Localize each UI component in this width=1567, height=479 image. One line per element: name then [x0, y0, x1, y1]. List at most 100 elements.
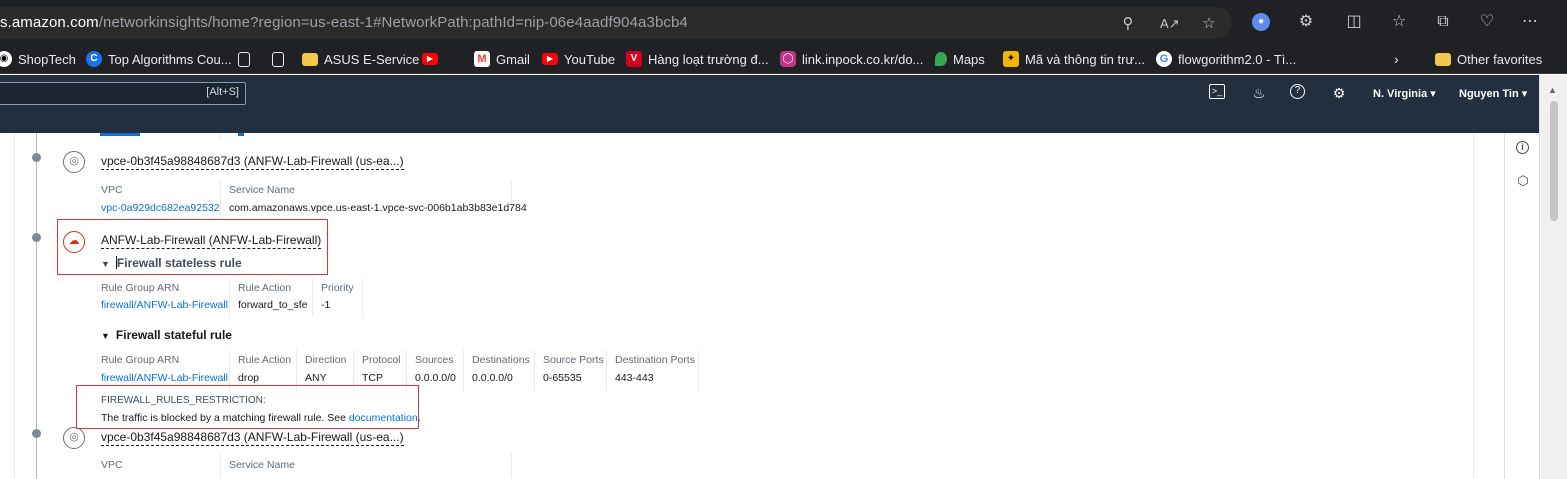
- stateful-header-destination-ports: Destination Ports: [615, 354, 695, 366]
- extensions-icon[interactable]: ⚙: [1295, 11, 1317, 33]
- restriction-code: FIREWALL_RULES_RESTRICTION:: [101, 395, 266, 406]
- node-title-vpce-return[interactable]: vpce-0b3f45a98848687d3 (ANFW-Lab-Firewal…: [101, 430, 404, 446]
- favorite-star-icon[interactable]: ☆: [1200, 15, 1218, 33]
- document-icon: [238, 51, 250, 67]
- read-aloud-icon[interactable]: A↗: [1160, 15, 1180, 33]
- collections-icon[interactable]: ⧉: [1432, 11, 1454, 33]
- account-menu[interactable]: Nguyen Tin ▾: [1459, 87, 1527, 100]
- cloudshell-icon[interactable]: >_: [1209, 84, 1225, 99]
- bookmark-inpock[interactable]: ◯ link.inpock.co.kr/do...: [780, 50, 923, 68]
- aws-subheader: [0, 111, 1539, 133]
- bookmark-doc-2[interactable]: [272, 50, 290, 68]
- zoom-icon[interactable]: ⚲: [1119, 15, 1137, 33]
- stateful-header-arn: Rule Group ARN: [101, 354, 180, 366]
- instagram-icon: ◯: [780, 51, 796, 67]
- document-icon: [272, 51, 284, 67]
- stateless-header-priority: Priority: [321, 282, 354, 294]
- bookmark-top-algorithms[interactable]: C Top Algorithms Cou...: [86, 50, 232, 68]
- stateful-protocol: TCP: [362, 372, 383, 384]
- vpc-link[interactable]: vpc-0a929dc682ea92532: [101, 202, 220, 214]
- node-title-firewall[interactable]: ANFW-Lab-Firewall (ANFW-Lab-Firewall): [101, 233, 322, 249]
- bookmark-youtube-1[interactable]: ▶: [422, 50, 444, 68]
- address-bar[interactable]: s.amazon.com/networkinsights/home?region…: [0, 7, 1232, 39]
- aws-search-input[interactable]: [Alt+S]: [0, 82, 246, 105]
- search-shortcut-hint: [Alt+S]: [206, 86, 239, 98]
- stateful-destinations: 0.0.0.0/0: [472, 372, 513, 384]
- youtube-icon: ▶: [422, 53, 438, 65]
- node-title-vpce[interactable]: vpce-0b3f45a98848687d3 (ANFW-Lab-Firewal…: [101, 154, 404, 170]
- timeline-dot: [32, 233, 41, 242]
- service-name-value: com.amazonaws.vpce.us-east-1.vpce-svc-00…: [229, 202, 527, 214]
- c-logo-icon: C: [86, 51, 102, 67]
- stateful-header-source-ports: Source Ports: [543, 354, 604, 366]
- stateful-rule-toggle[interactable]: ▼ Firewall stateful rule: [101, 328, 232, 342]
- bookmark-other-favorites[interactable]: Other favorites: [1435, 50, 1542, 68]
- folder-icon: [1435, 52, 1451, 66]
- help-icon[interactable]: ?: [1290, 84, 1305, 99]
- region-selector[interactable]: N. Virginia ▾: [1373, 87, 1436, 100]
- network-firewall-icon: ☁: [63, 231, 85, 253]
- notifications-bell-icon[interactable]: ♨: [1250, 84, 1268, 102]
- clipped-row-fragment: [238, 133, 244, 136]
- chevron-down-icon: ▾: [1521, 88, 1528, 100]
- google-icon: G: [1156, 51, 1172, 67]
- settings-gear-icon[interactable]: ⚙: [1330, 84, 1348, 102]
- bookmark-ma-va-thong-tin[interactable]: ✦ Mã và thông tin trư...: [1003, 50, 1145, 68]
- url-text[interactable]: s.amazon.com/networkinsights/home?region…: [0, 14, 688, 31]
- youtube-icon: ▶: [542, 53, 558, 65]
- restriction-message: The traffic is blocked by a matching fir…: [101, 412, 421, 424]
- stateful-sources: 0.0.0.0/0: [415, 372, 456, 384]
- bookmark-doc-1[interactable]: [238, 50, 256, 68]
- bookmark-maps[interactable]: Maps: [935, 50, 985, 68]
- path-timeline: [36, 133, 37, 479]
- stateless-rule-toggle[interactable]: ▼ Firewall stateless rule: [101, 256, 242, 270]
- bookmark-flowgorithm[interactable]: Gflowgorithm2.0 - Tì...: [1156, 50, 1296, 68]
- github-icon: ◉: [0, 51, 12, 67]
- stateless-rule-group-link[interactable]: firewall/ANFW-Lab-Firewall: [101, 299, 228, 311]
- hexagon-settings-icon[interactable]: ⬡: [1515, 173, 1531, 189]
- bookmarks-overflow-chevron-icon[interactable]: ›: [1394, 50, 1399, 68]
- bookmark-gmail[interactable]: M Gmail: [474, 50, 530, 68]
- stateful-source-ports: 0-65535: [543, 372, 582, 384]
- vpc-label: VPC: [101, 459, 123, 471]
- info-icon[interactable]: i: [1516, 141, 1529, 154]
- page-scrollbar[interactable]: ▲: [1539, 75, 1567, 479]
- favorites-icon[interactable]: ☆: [1388, 11, 1410, 33]
- stateful-rule-group-link[interactable]: firewall/ANFW-Lab-Firewall: [101, 372, 228, 384]
- bookmarks-bar: ◉ ShopTech C Top Algorithms Cou... ASUS E-…: [0, 44, 1567, 74]
- timeline-dot: [32, 153, 41, 162]
- bookmark-shoptech[interactable]: ◉ ShopTech: [0, 50, 76, 68]
- service-name-label: Service Name: [229, 459, 295, 471]
- v-logo-icon: V: [626, 51, 642, 67]
- bookmark-youtube-2[interactable]: ▶ YouTube: [542, 50, 615, 68]
- bookmark-asus[interactable]: ASUS E-Service: [302, 50, 419, 68]
- stateful-rule-action: drop: [238, 372, 260, 384]
- stateful-header-destinations: Destinations: [472, 354, 530, 366]
- utility-side-panel: i ⬡: [1504, 133, 1539, 479]
- caret-down-icon: ▼: [101, 331, 110, 341]
- stateful-header-sources: Sources: [415, 354, 454, 366]
- folder-icon: [302, 52, 318, 66]
- browser-essentials-icon[interactable]: ♡: [1476, 11, 1498, 33]
- documentation-link[interactable]: documentation: [349, 412, 418, 424]
- vpc-endpoint-icon: ◎: [63, 151, 85, 173]
- caret-down-icon: ▼: [101, 259, 110, 269]
- stateful-header-direction: Direction: [305, 354, 347, 366]
- scroll-thumb[interactable]: [1550, 101, 1558, 221]
- stateless-header-action: Rule Action: [238, 282, 292, 294]
- scroll-up-arrow-icon[interactable]: ▲: [1548, 85, 1557, 95]
- search-extension-icon[interactable]: ●: [1252, 13, 1270, 31]
- network-path-content: ◎ vpce-0b3f45a98848687d3 (ANFW-Lab-Firew…: [0, 133, 1504, 479]
- browser-address-row: s.amazon.com/networkinsights/home?region…: [0, 0, 1567, 44]
- service-name-label: Service Name: [229, 184, 295, 196]
- split-screen-icon[interactable]: ◫: [1343, 11, 1365, 33]
- chevron-down-icon: ▾: [1430, 88, 1436, 100]
- more-menu-icon[interactable]: ⋯: [1519, 11, 1541, 33]
- vpc-label: VPC: [101, 184, 123, 196]
- stateful-header-action: Rule Action: [238, 354, 292, 366]
- gmail-icon: M: [474, 51, 490, 67]
- bookmark-hang-loat[interactable]: V Hàng loạt trường đ...: [626, 50, 769, 68]
- stateless-rule-action: forward_to_sfe: [238, 299, 308, 311]
- aws-top-nav: [Alt+S] >_ ♨ ? ⚙ N. Virginia ▾ Nguyen Ti…: [0, 75, 1539, 111]
- timeline-dot: [32, 429, 41, 438]
